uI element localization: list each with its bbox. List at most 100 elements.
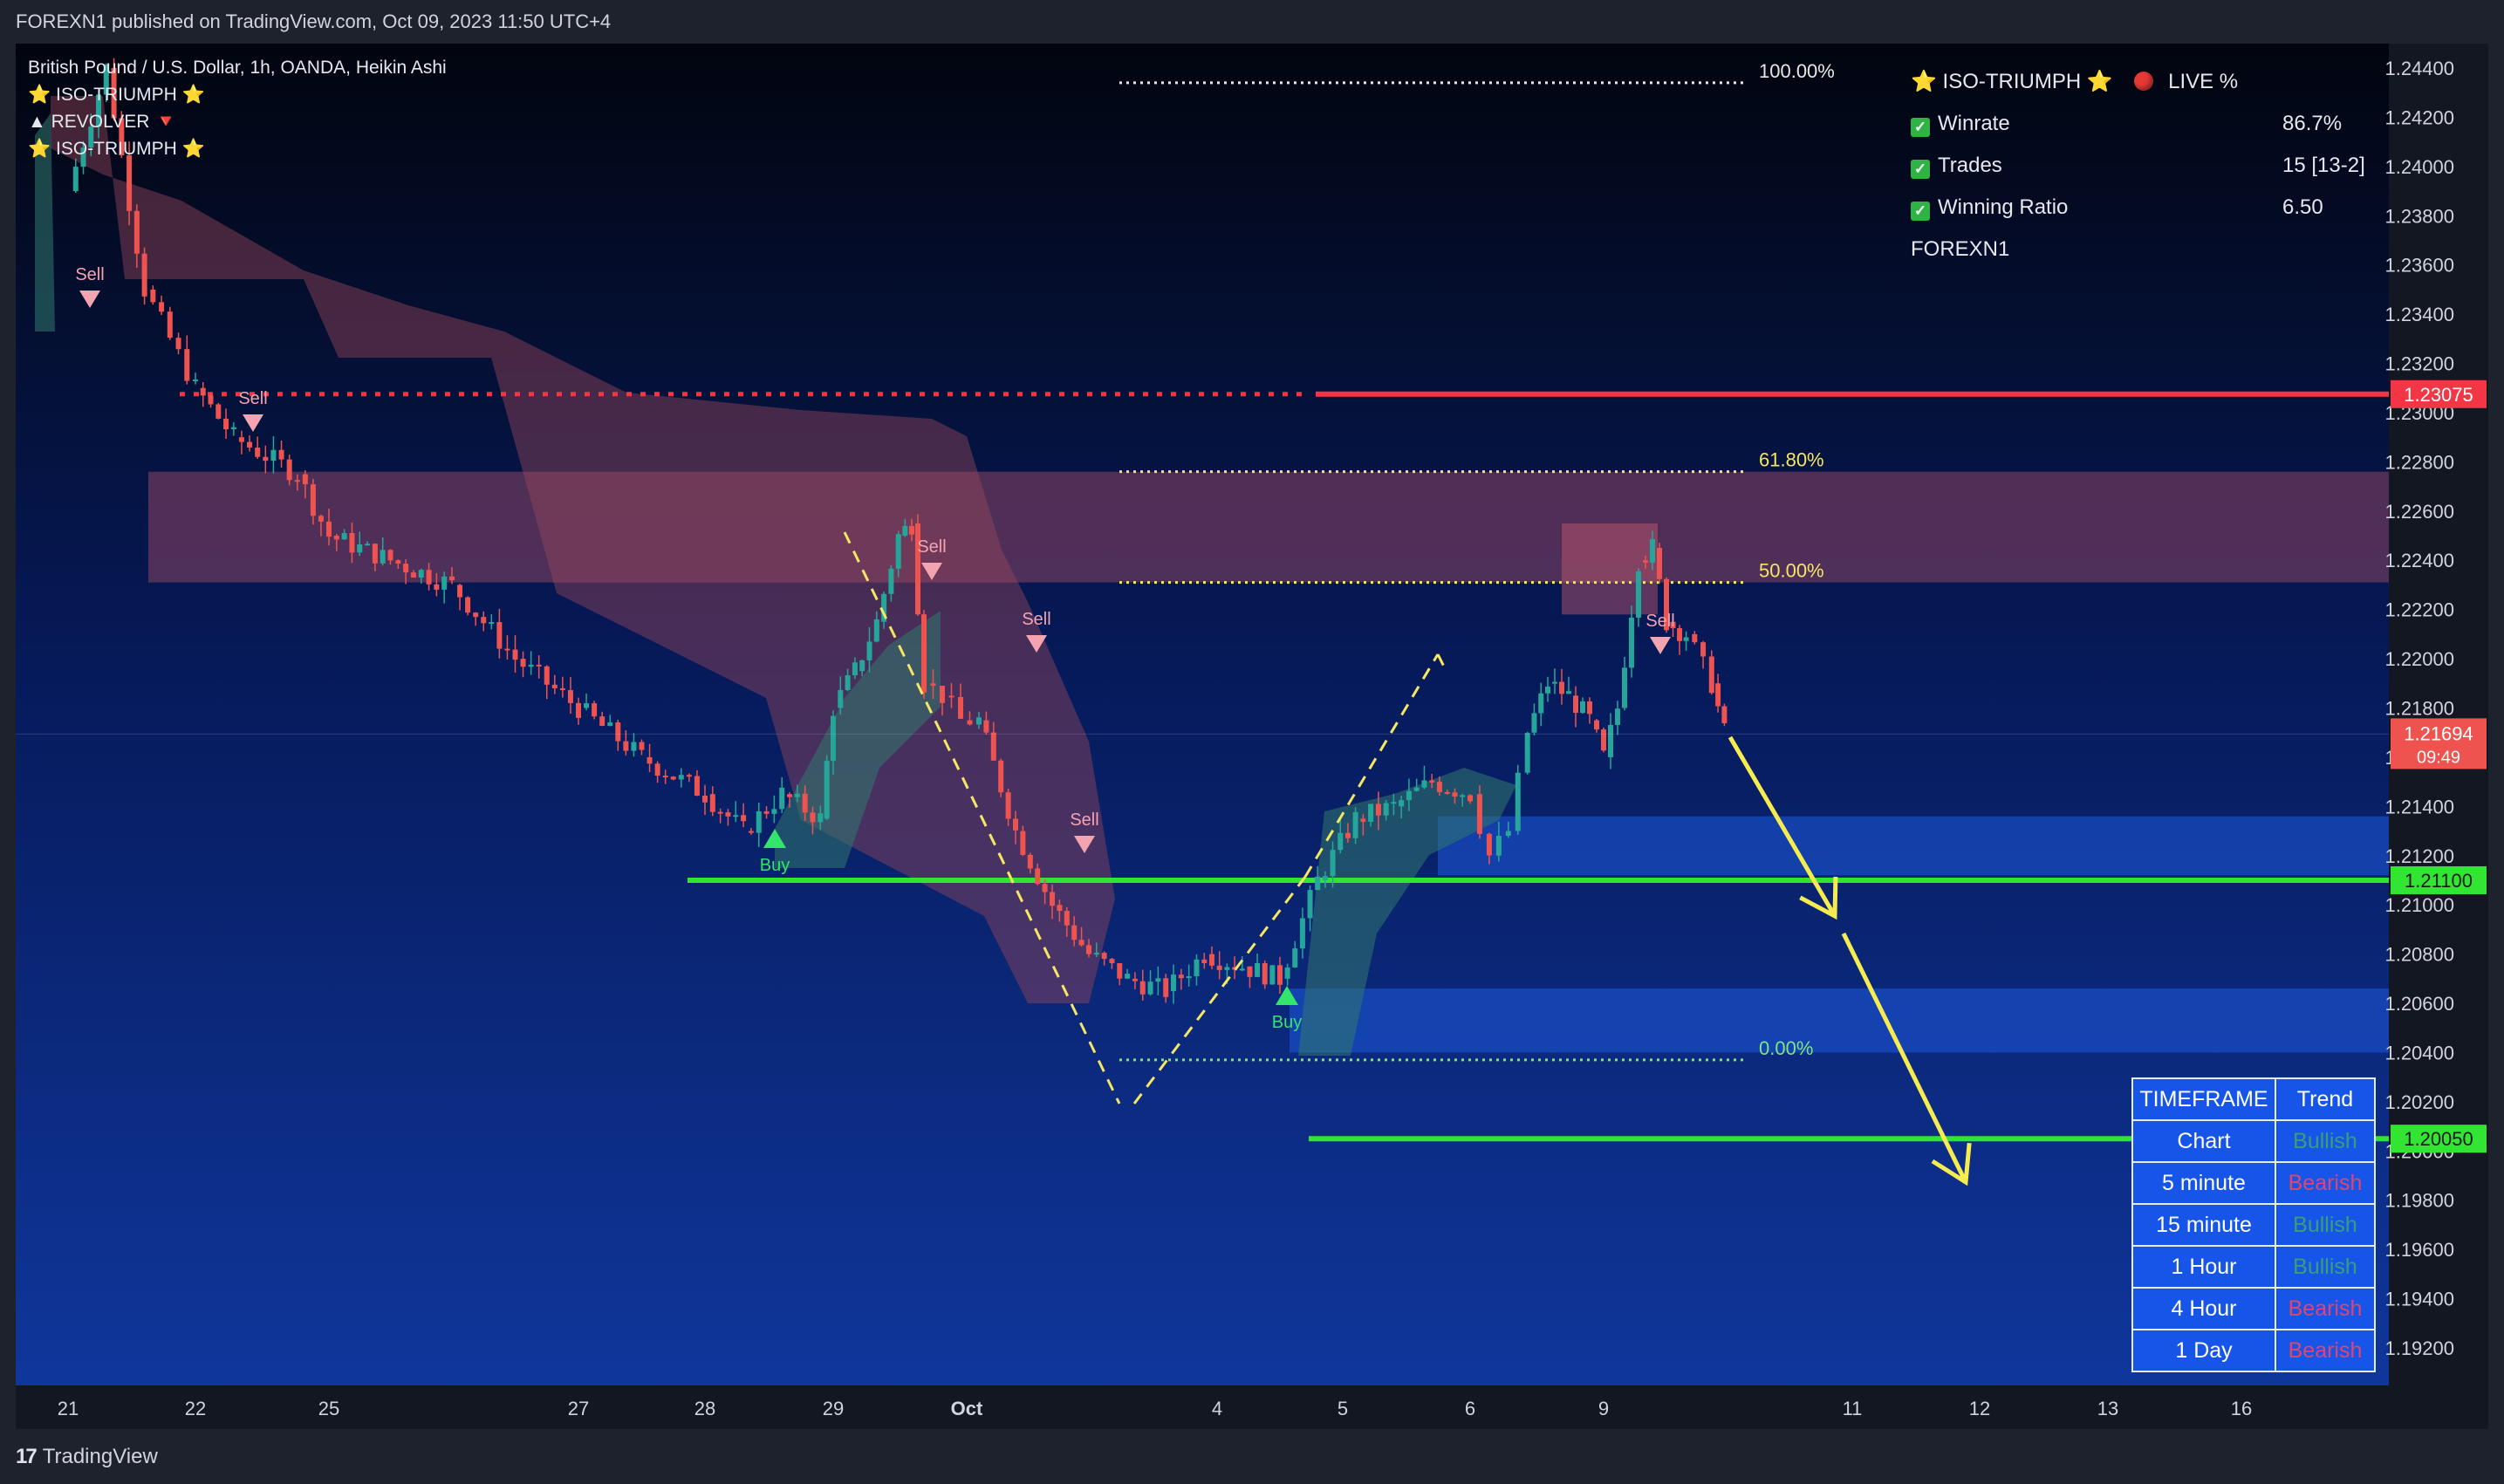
candle-body bbox=[1608, 724, 1613, 757]
candle-body bbox=[230, 427, 236, 430]
candle-body bbox=[1035, 868, 1041, 885]
candle-body bbox=[1027, 854, 1033, 869]
candle-body bbox=[270, 449, 277, 462]
check-icon: ✓ bbox=[1911, 160, 1930, 179]
candle-body bbox=[1650, 538, 1655, 563]
timeframe-cell: Chart bbox=[2131, 1119, 2276, 1163]
x-tick-label: 16 bbox=[2231, 1398, 2252, 1419]
candle-body bbox=[1247, 966, 1253, 977]
table-row: 4 Hour Bearish bbox=[2131, 1287, 2376, 1330]
candle-body bbox=[787, 794, 793, 797]
tradingview-logo[interactable]: 17 TradingView bbox=[16, 1445, 158, 1469]
candle-body bbox=[159, 302, 165, 312]
candle-body bbox=[372, 544, 378, 564]
candle-body bbox=[278, 449, 284, 460]
stats-value: 6.50 bbox=[2282, 195, 2323, 219]
symbol-title[interactable]: British Pound / U.S. Dollar, 1h, OANDA, … bbox=[28, 54, 447, 81]
candle-body bbox=[380, 550, 386, 564]
sell-signal-label: Sell bbox=[75, 265, 104, 284]
indicator-iso-triumph[interactable]: ⭐ ISO-TRIUMPH ⭐ bbox=[28, 81, 447, 108]
indicator-iso-triumph-2[interactable]: ⭐ ISO-TRIUMPH ⭐ bbox=[28, 135, 447, 162]
candle-body bbox=[662, 776, 668, 778]
candle-body bbox=[921, 614, 927, 693]
candle-body bbox=[1139, 981, 1146, 995]
y-tick-label: 1.22400 bbox=[2384, 550, 2454, 571]
candle-body bbox=[831, 715, 836, 762]
x-tick-label: 9 bbox=[1598, 1398, 1609, 1419]
candle-body bbox=[1344, 832, 1351, 838]
candle-body bbox=[1468, 795, 1473, 802]
y-tick-label: 1.19400 bbox=[2384, 1289, 2454, 1310]
candle-body bbox=[318, 516, 324, 522]
y-tick-label: 1.22600 bbox=[2384, 501, 2454, 523]
time-axis[interactable] bbox=[16, 1385, 2389, 1429]
y-tick-label: 1.21200 bbox=[2384, 845, 2454, 867]
candle-body bbox=[859, 660, 865, 672]
timeframe-header-row: TIMEFRAME Trend bbox=[2131, 1077, 2376, 1121]
candle-body bbox=[694, 776, 700, 796]
table-row: 15 minute Bullish bbox=[2131, 1203, 2376, 1247]
x-tick-label: 5 bbox=[1338, 1398, 1348, 1419]
candle-body bbox=[1566, 691, 1571, 694]
y-tick-label: 1.20400 bbox=[2384, 1042, 2454, 1063]
sell-signal-label: Sell bbox=[1070, 810, 1098, 830]
sell-signal-label: Sell bbox=[917, 537, 946, 557]
candle-body bbox=[592, 703, 598, 717]
candle-body bbox=[623, 741, 629, 751]
candle-body bbox=[1429, 780, 1435, 783]
buy-signal-label: Buy bbox=[760, 856, 790, 875]
sell-signal-label: Sell bbox=[238, 389, 267, 408]
stats-title: ⭐ ISO-TRIUMPH ⭐ bbox=[1911, 70, 2113, 93]
candle-body bbox=[1636, 571, 1641, 618]
publish-header: FOREXN1 published on TradingView.com, Oc… bbox=[0, 0, 2504, 44]
timeframe-cell: 1 Hour bbox=[2131, 1245, 2276, 1289]
candle-body bbox=[1452, 792, 1458, 797]
candle-body bbox=[1436, 782, 1442, 792]
zone-supply-small bbox=[1562, 523, 1658, 615]
candle-body bbox=[441, 576, 448, 590]
candle-body bbox=[967, 720, 973, 725]
candle-body bbox=[1677, 628, 1683, 641]
timeframe-cell: 1 Day bbox=[2131, 1329, 2276, 1372]
candle-body bbox=[1580, 701, 1585, 714]
y-tick-label: 1.22800 bbox=[2384, 451, 2454, 473]
candle-body bbox=[1552, 681, 1557, 684]
candle-body bbox=[1255, 963, 1261, 977]
x-tick-label: 11 bbox=[1843, 1398, 1863, 1419]
price-chart[interactable]: 100.00% 61.80% 50.00% 0.00% Sell Sell Buy Sell… bbox=[16, 44, 2488, 1429]
stats-row: ✓ Winning Ratio 6.50 bbox=[1911, 187, 2323, 229]
table-row: Chart Bullish bbox=[2131, 1119, 2376, 1163]
candle-body bbox=[1262, 963, 1268, 985]
y-tick-label: 1.22200 bbox=[2384, 599, 2454, 621]
y-tick-label: 1.19800 bbox=[2384, 1190, 2454, 1212]
candle-body bbox=[654, 763, 660, 776]
candle-body bbox=[426, 570, 432, 585]
countdown-label: 09:49 bbox=[2417, 748, 2460, 767]
candle-body bbox=[895, 534, 901, 569]
y-tick-label: 1.19200 bbox=[2384, 1337, 2454, 1359]
stats-header: ⭐ ISO-TRIUMPH ⭐ LIVE % bbox=[1911, 61, 2238, 103]
level-price-label: 1.21100 bbox=[2405, 870, 2473, 892]
candle-body bbox=[1657, 548, 1662, 579]
indicator-revolver[interactable]: ▲ REVOLVER 🔻 bbox=[28, 108, 447, 135]
candle-body bbox=[1042, 884, 1048, 892]
candle-body bbox=[1406, 790, 1412, 801]
chart-area[interactable]: 100.00% 61.80% 50.00% 0.00% Sell Sell Buy Sell… bbox=[16, 44, 2488, 1429]
x-tick-label: 29 bbox=[823, 1398, 844, 1419]
y-tick-label: 1.20600 bbox=[2384, 993, 2454, 1015]
candle-body bbox=[576, 702, 581, 718]
x-tick-label: 6 bbox=[1465, 1398, 1475, 1419]
candle-body bbox=[1201, 959, 1208, 963]
y-tick-label: 1.24400 bbox=[2384, 58, 2454, 79]
x-tick-label: 22 bbox=[185, 1398, 206, 1419]
candle-body bbox=[286, 459, 292, 481]
candle-body bbox=[1132, 978, 1138, 981]
check-icon: ✓ bbox=[1911, 202, 1930, 221]
candle-body bbox=[1692, 633, 1698, 643]
check-icon: ✓ bbox=[1911, 118, 1930, 137]
candle-body bbox=[1559, 681, 1564, 694]
candle-body bbox=[678, 775, 684, 780]
trend-cell: Bullish bbox=[2275, 1119, 2376, 1163]
candle-body bbox=[449, 576, 455, 580]
sell-signal-label: Sell bbox=[1022, 610, 1050, 629]
